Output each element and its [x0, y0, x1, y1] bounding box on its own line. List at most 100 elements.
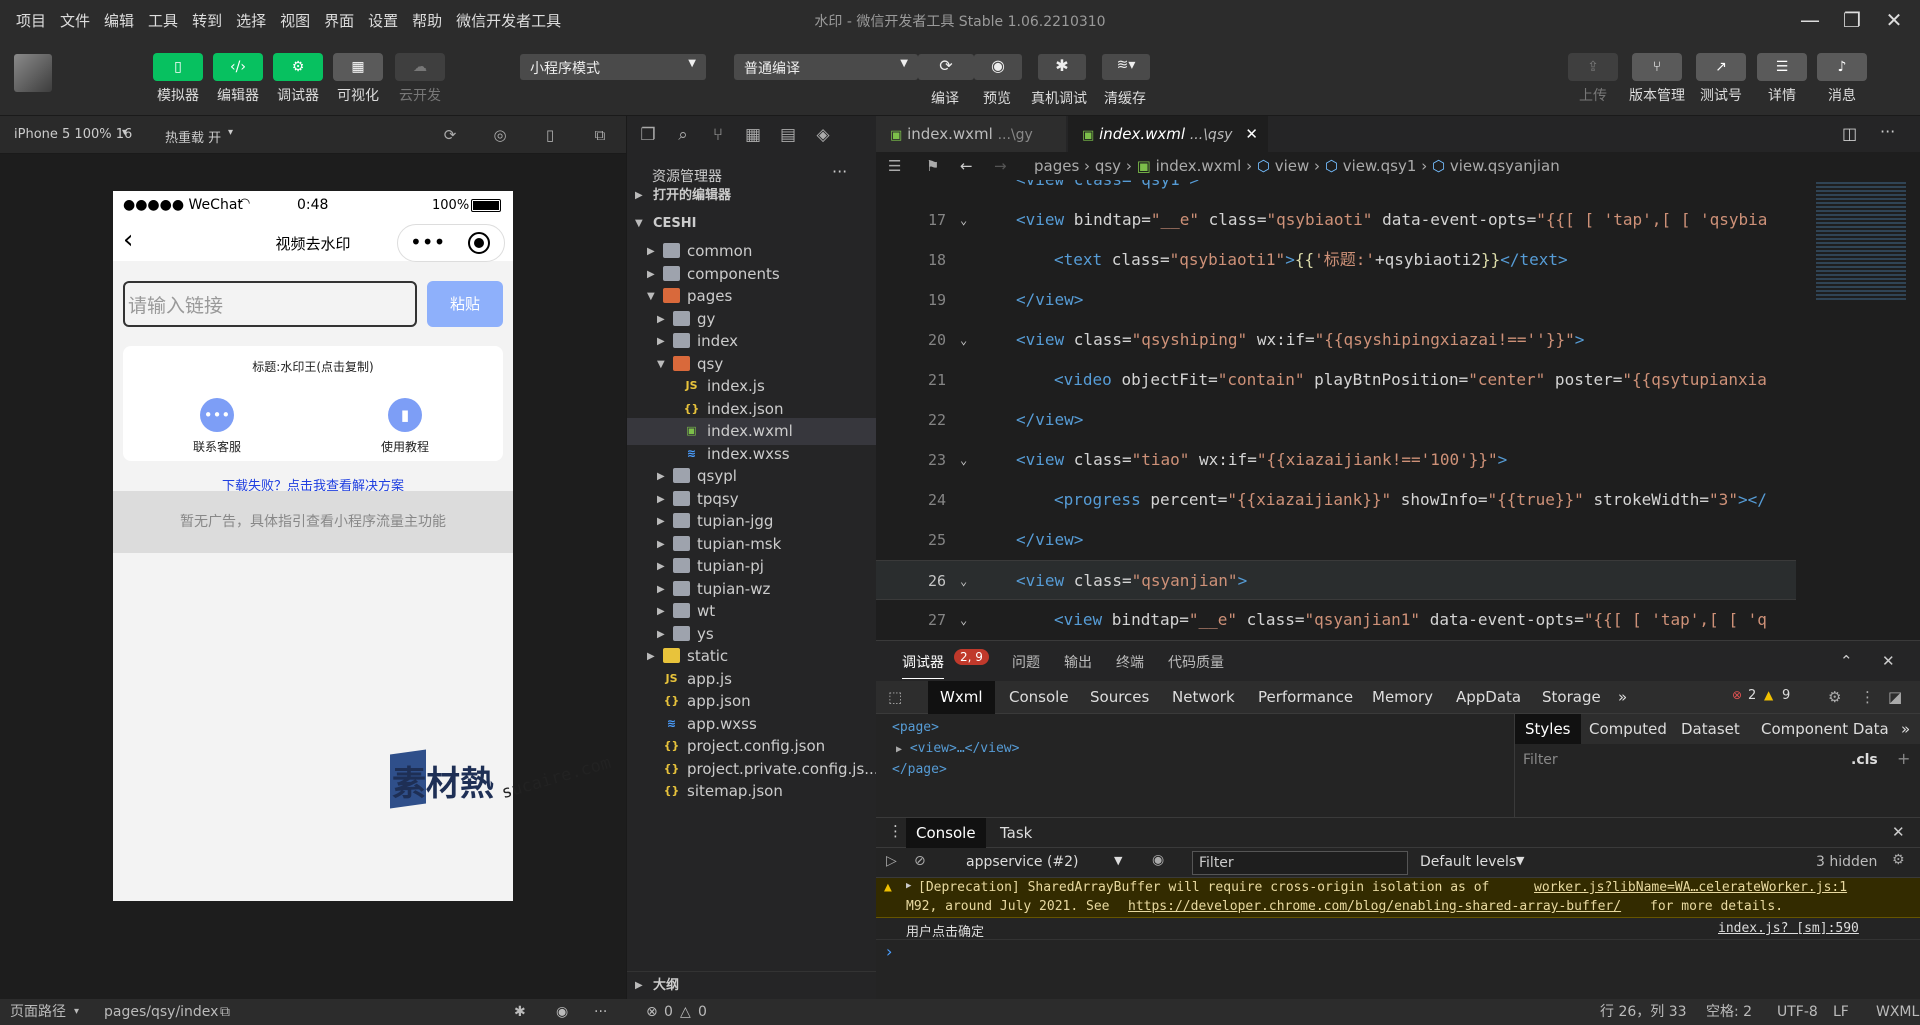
document-icon[interactable]: ▮ [388, 398, 422, 432]
fold-icon[interactable]: ⌄ [960, 320, 967, 360]
cls-toggle[interactable]: .cls [1851, 752, 1878, 768]
tab-appdata[interactable]: AppData [1456, 688, 1521, 706]
warning-count[interactable]: 9 [1782, 688, 1790, 703]
tab-output[interactable]: 输出 [1064, 652, 1092, 672]
clear-console-icon[interactable]: ⊘ [914, 853, 926, 869]
crumb-view-qsy1[interactable]: view.qsy1 [1343, 157, 1417, 175]
status-warnings[interactable]: 0 [698, 999, 707, 1025]
forward-arrow-icon[interactable]: → [994, 152, 1007, 180]
layers-icon[interactable]: ≋▾ [1102, 54, 1150, 80]
contact-label[interactable]: 联系客服 [163, 438, 271, 455]
tab-memory[interactable]: Memory [1372, 688, 1433, 706]
tab-wxml[interactable]: Wxml [928, 681, 995, 714]
warning-source-link[interactable]: worker.js?libName=WA…celerateWorker.js:1 [1534, 880, 1847, 895]
more-dots-icon[interactable]: ••• [410, 230, 445, 254]
plus-icon[interactable]: + [1897, 749, 1910, 768]
device-select[interactable]: iPhone 5 100% 16 [14, 127, 132, 142]
log-source-link[interactable]: index.js? [sm]:590 [1718, 921, 1859, 936]
wxml-node-page-close[interactable]: </page> [892, 762, 947, 777]
test-account-button[interactable]: ↗ 测试号 [1696, 53, 1746, 105]
crumb-pages[interactable]: pages [1034, 157, 1079, 175]
messages-button[interactable]: ♪ 消息 [1817, 53, 1867, 105]
menu-view[interactable]: 视图 [280, 10, 310, 31]
line-ending[interactable]: LF [1833, 999, 1849, 1025]
error-count[interactable]: 2 [1748, 688, 1756, 703]
paste-button[interactable]: 粘贴 [427, 281, 503, 327]
remote-debug-label[interactable]: 真机调试 [1031, 88, 1087, 108]
link-input[interactable]: 请输入链接 [123, 281, 417, 327]
tab-index-wxml-qsy[interactable]: ▣ index.wxml ...\qsy ✕ [1068, 116, 1268, 152]
language-mode[interactable]: WXML [1876, 999, 1919, 1025]
more-tabs-icon[interactable]: » [1618, 688, 1627, 706]
gear-icon[interactable]: ⚙ [1828, 688, 1841, 706]
tree-item[interactable]: {} sitemap.json [627, 778, 877, 805]
caret-down-icon[interactable]: ▾ [228, 127, 233, 138]
gear-icon[interactable]: ⚙ [1892, 852, 1905, 868]
list-icon[interactable]: ☰ [888, 152, 901, 180]
docker-icon[interactable]: ◈ [812, 124, 834, 146]
menu-select[interactable]: 选择 [236, 10, 266, 31]
wxml-node-page[interactable]: <page> [892, 720, 939, 735]
caret-down-icon[interactable]: ▾ [122, 127, 127, 138]
menu-project[interactable]: 项目 [16, 10, 46, 31]
menu-goto[interactable]: 转到 [192, 10, 222, 31]
tab-debugger[interactable]: 调试器 [902, 652, 944, 679]
menu-interface[interactable]: 界面 [324, 10, 354, 31]
refresh-icon[interactable]: ⟳ [440, 125, 460, 145]
mode-select[interactable]: 小程序模式 ▼ [520, 54, 706, 80]
menu-file[interactable]: 文件 [60, 10, 90, 31]
tab-code-quality[interactable]: 代码质量 [1168, 652, 1224, 672]
tab-network[interactable]: Network [1172, 688, 1235, 706]
details-button[interactable]: ☰ 详情 [1757, 53, 1807, 105]
more-dots-icon[interactable]: ··· [594, 999, 607, 1025]
card-title[interactable]: 标题:水印王(点击复制) [123, 358, 503, 375]
search-icon[interactable]: ⌕ [672, 124, 694, 146]
cursor-position[interactable]: 行 26，列 33 [1600, 999, 1687, 1025]
tab-component-data[interactable]: Component Data [1761, 720, 1889, 738]
eye-icon[interactable]: ◉ [556, 999, 568, 1025]
fold-icon[interactable]: ⌄ [960, 561, 967, 599]
fold-icon[interactable]: ⌄ [960, 600, 967, 640]
tab-index-wxml-gy[interactable]: ▣ index.wxml ...\gy [876, 116, 1066, 152]
tab-sources[interactable]: Sources [1090, 688, 1149, 706]
close-tab-icon[interactable]: ✕ [1245, 116, 1258, 152]
crumb-file[interactable]: index.wxml [1156, 157, 1242, 175]
crumb-view[interactable]: view [1275, 157, 1310, 175]
menu-help[interactable]: 帮助 [412, 10, 442, 31]
chevron-right-icon[interactable]: ▶ [906, 881, 911, 891]
upload-button[interactable]: ⇪ 上传 [1568, 53, 1618, 105]
stop-icon[interactable]: ◎ [490, 125, 510, 145]
levels-select[interactable]: Default levels [1420, 854, 1516, 870]
copy-icon[interactable]: ⧉ [220, 999, 230, 1025]
version-button[interactable]: ⑂ 版本管理 [1629, 53, 1685, 105]
open-editors-section[interactable]: ▶ 打开的编辑器 [627, 182, 877, 209]
editor-button[interactable]: ‹/› 编辑器 [213, 53, 263, 105]
tab-terminal[interactable]: 终端 [1116, 652, 1144, 672]
eye-icon[interactable]: ◉ [974, 54, 1022, 80]
menu-settings[interactable]: 设置 [368, 10, 398, 31]
menu-edit[interactable]: 编辑 [104, 10, 134, 31]
styles-filter-input[interactable]: Filter [1523, 752, 1558, 768]
wxml-node-view[interactable]: ▶ <view>…</view> [896, 741, 1019, 756]
clear-cache-label[interactable]: 清缓存 [1104, 88, 1146, 108]
crumb-qsy[interactable]: qsy [1095, 157, 1121, 175]
tab-computed[interactable]: Computed [1589, 720, 1667, 738]
close-mini-icon[interactable] [468, 232, 490, 254]
preview-label[interactable]: 预览 [983, 88, 1011, 108]
eye-icon[interactable]: ◉ [1152, 852, 1164, 868]
tab-dataset[interactable]: Dataset [1681, 720, 1740, 738]
sidebar-toggle-icon[interactable]: ▷ [886, 853, 897, 869]
context-select[interactable]: appservice (#2) [966, 854, 1079, 870]
caret-down-icon[interactable]: ▼ [1114, 854, 1122, 867]
extensions-icon[interactable]: ▦ [742, 124, 764, 146]
minimize-icon[interactable]: — [1796, 6, 1824, 34]
simulator-button[interactable]: ▯ 模拟器 [153, 53, 203, 105]
back-arrow-icon[interactable]: ← [960, 152, 973, 180]
bug-icon[interactable]: ✱ [1038, 54, 1086, 80]
debugger-button[interactable]: ⚙ 调试器 [273, 53, 323, 105]
files-icon[interactable]: ❐ [637, 124, 659, 146]
avatar[interactable] [14, 54, 52, 92]
close-panel-icon[interactable]: ✕ [1882, 652, 1895, 670]
tab-task[interactable]: Task [1000, 824, 1032, 842]
console-filter-input[interactable]: Filter [1192, 851, 1408, 875]
